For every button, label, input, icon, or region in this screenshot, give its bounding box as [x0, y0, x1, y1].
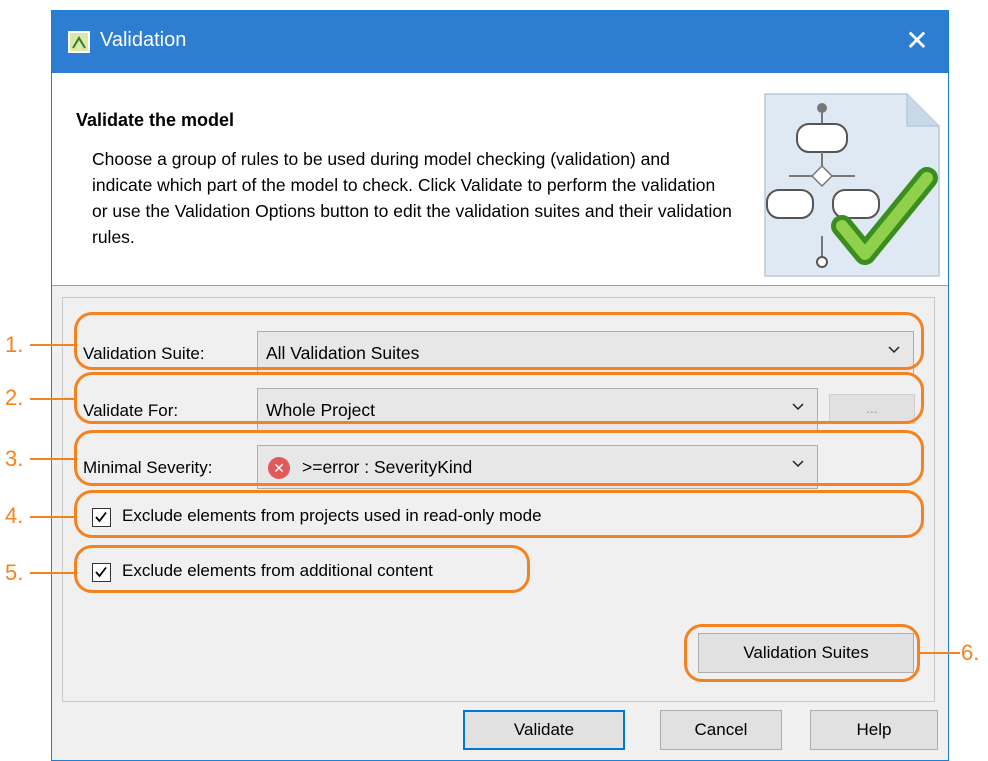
exclude-readonly-checkbox[interactable]: [92, 508, 111, 527]
error-icon: ✕: [268, 457, 290, 479]
help-button[interactable]: Help: [810, 710, 938, 750]
header-title: Validate the model: [76, 110, 235, 130]
callout-line-6: [920, 652, 960, 654]
minimal-severity-combo[interactable]: ✕ >=error : SeverityKind: [257, 445, 818, 489]
chevron-down-icon: [792, 403, 804, 411]
callout-line-1: [30, 344, 74, 346]
app-icon: [68, 31, 90, 53]
validation-suite-value: All Validation Suites: [266, 343, 420, 363]
browse-button[interactable]: ...: [829, 394, 915, 424]
callout-line-4: [30, 516, 74, 518]
validation-suite-label: Validation Suite:: [83, 344, 205, 363]
validate-for-label: Validate For:: [83, 401, 179, 420]
callout-line-3: [30, 458, 74, 460]
validation-dialog: Validation ✕ Validate the model Choose a…: [51, 10, 949, 761]
exclude-additional-label[interactable]: Exclude elements from additional content: [122, 561, 433, 581]
callout-number-3: 3.: [5, 446, 24, 471]
validation-flowchart-icon: [764, 93, 940, 277]
callout-number-2: 2.: [5, 385, 24, 410]
exclude-additional-checkbox[interactable]: [92, 563, 111, 582]
cancel-button[interactable]: Cancel: [660, 710, 782, 750]
exclude-readonly-label[interactable]: Exclude elements from projects used in r…: [122, 506, 542, 526]
validate-for-value: Whole Project: [266, 400, 375, 420]
callout-line-2: [30, 398, 74, 400]
callout-number-6: 6.: [961, 640, 980, 665]
callout-number-4: 4.: [5, 503, 24, 528]
callout-number-5: 5.: [5, 560, 24, 585]
checkmark-icon: [95, 511, 107, 523]
callout-number-1: 1.: [5, 332, 24, 357]
validation-suites-button[interactable]: Validation Suites: [698, 633, 914, 673]
chevron-down-icon: [888, 346, 900, 354]
header-description: Choose a group of rules to be used durin…: [92, 149, 732, 247]
minimal-severity-label: Minimal Severity:: [83, 458, 213, 477]
validate-for-combo[interactable]: Whole Project: [257, 388, 818, 432]
callout-line-5: [30, 572, 74, 574]
window-title: Validation: [100, 29, 187, 51]
checkmark-icon: [95, 566, 107, 578]
validate-button[interactable]: Validate: [463, 710, 625, 750]
header-panel: Validate the model Choose a group of rul…: [52, 73, 948, 286]
validation-suite-combo[interactable]: All Validation Suites: [257, 331, 914, 375]
title-bar: Validation ✕: [52, 11, 948, 73]
minimal-severity-value: >=error : SeverityKind: [302, 457, 473, 477]
close-icon[interactable]: ✕: [900, 23, 934, 59]
chevron-down-icon: [792, 460, 804, 468]
